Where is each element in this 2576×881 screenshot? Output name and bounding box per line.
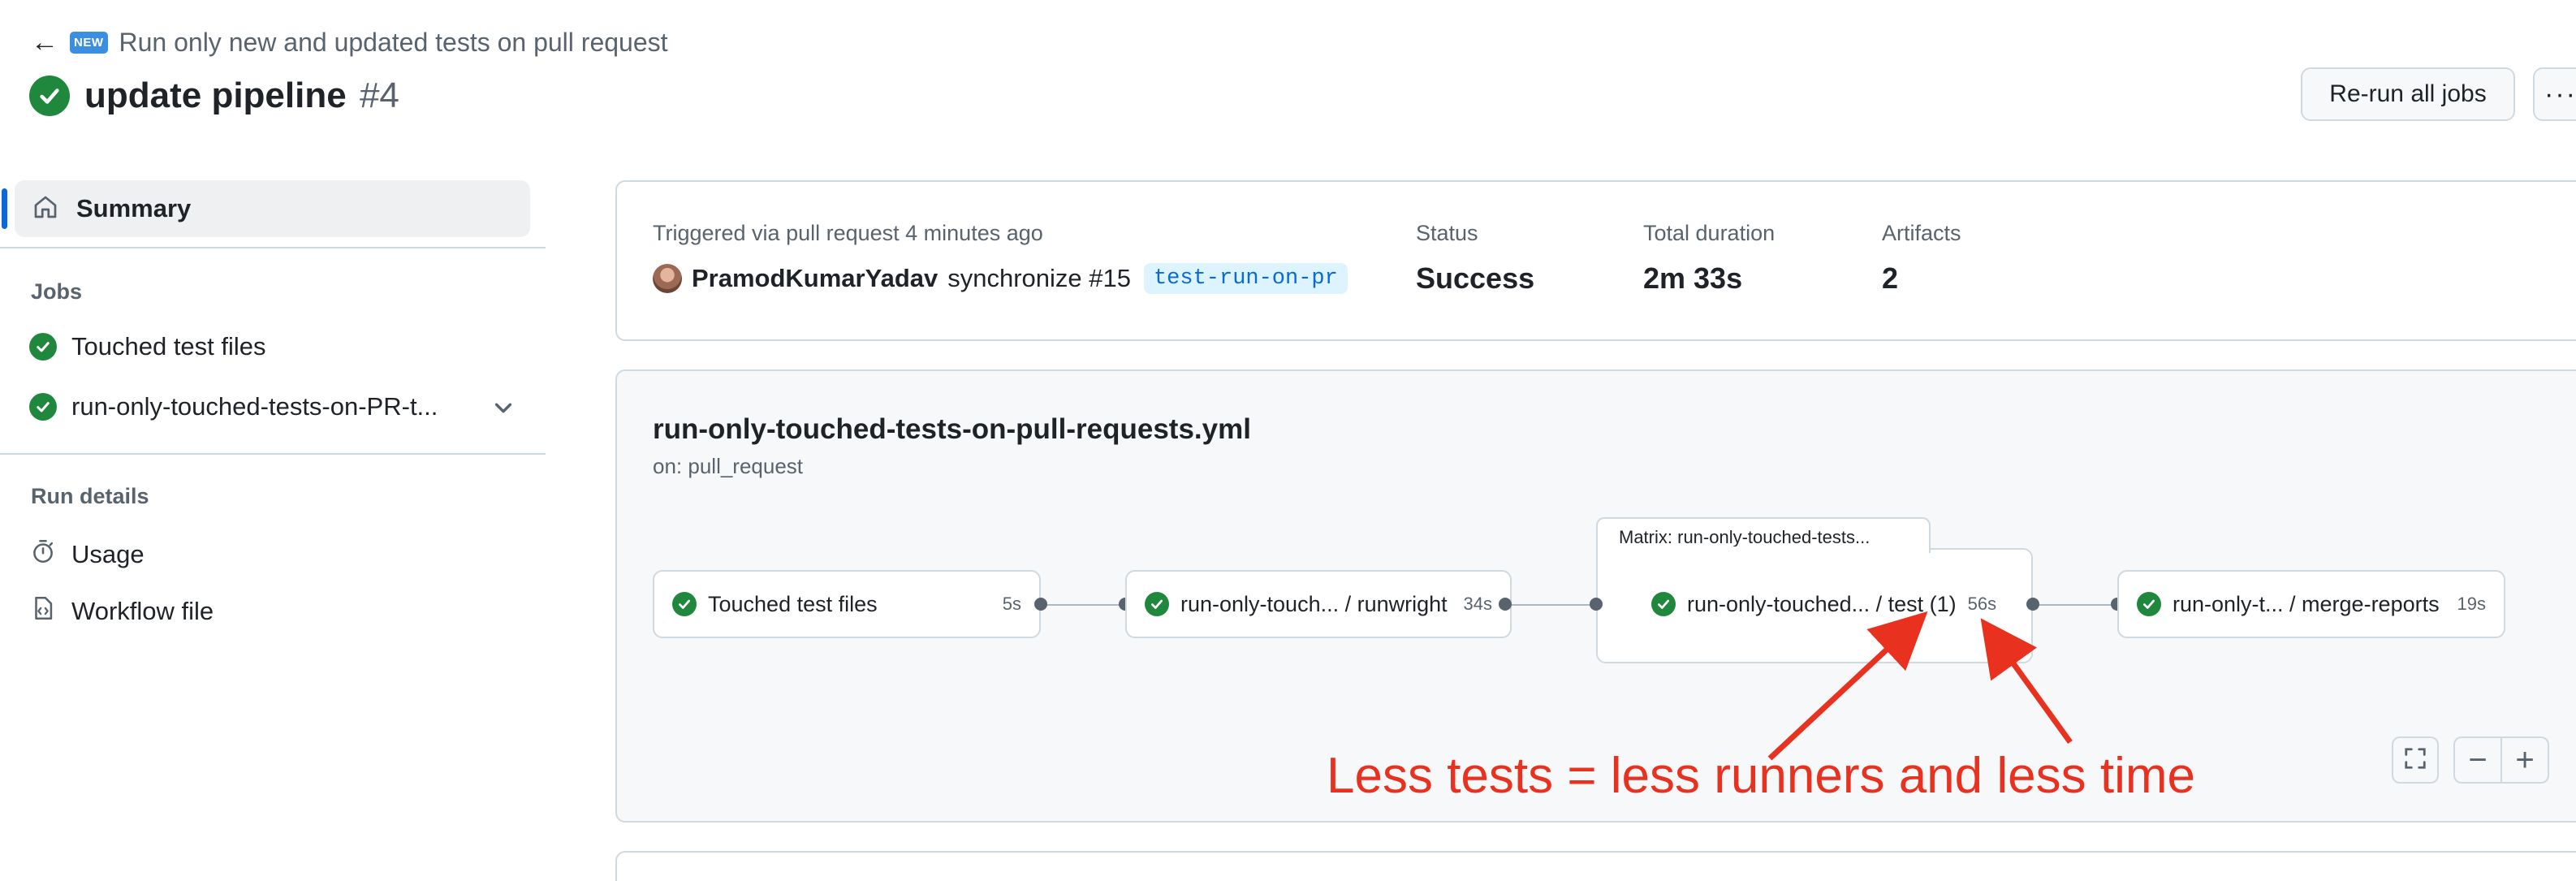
success-check-icon [1651, 592, 1676, 616]
job-name: run-only-touched... / test (1) [1687, 591, 1957, 616]
success-check-icon [1145, 592, 1169, 616]
job-duration: 34s [1463, 594, 1492, 614]
run-summary-card: Triggered via pull request 4 minutes ago… [615, 180, 2576, 341]
job-name: run-only-t... / merge-reports [2173, 591, 2440, 616]
branch-tag[interactable]: test-run-on-pr [1143, 263, 1348, 294]
artifacts-value[interactable]: 2 [1882, 261, 1898, 296]
success-check-icon [29, 76, 70, 116]
sidebar-item-workflow-file[interactable]: Workflow file [29, 591, 214, 632]
success-check-icon [29, 393, 57, 421]
job-label: run-only-touched-tests-on-PR-t... [71, 392, 438, 421]
job-node-test-1[interactable]: run-only-touched... / test (1) 56s [1622, 570, 2007, 638]
connector-dot [1034, 598, 1047, 611]
connector-dot [1590, 598, 1603, 611]
run-title-row: update pipeline #4 [29, 71, 399, 120]
workflow-file-name: run-only-touched-tests-on-pull-requests.… [653, 413, 1251, 445]
workflow-trigger: on: pull_request [653, 454, 804, 478]
usage-label: Usage [71, 540, 145, 568]
zoom-out-button[interactable]: − [2455, 738, 2500, 782]
jobs-heading: Jobs [31, 279, 83, 304]
job-duration: 19s [2457, 594, 2486, 614]
sidebar-divider [0, 247, 546, 248]
job-node-merge-reports[interactable]: run-only-t... / merge-reports 19s [2117, 570, 2505, 638]
chevron-down-icon[interactable] [491, 395, 516, 424]
duration-value: 2m 33s [1643, 261, 1743, 295]
job-node-touched-test-files[interactable]: Touched test files 5s [653, 570, 1041, 638]
zoom-controls: − + [2453, 736, 2549, 784]
sidebar-item-summary[interactable]: Summary [15, 180, 530, 237]
back-arrow-icon[interactable]: ← [31, 27, 58, 58]
workflow-back-label[interactable]: Run only new and updated tests on pull r… [119, 28, 668, 58]
new-emoji-badge: NEW [70, 31, 108, 54]
status-label: Status [1416, 221, 1478, 245]
run-title: update pipeline #4 [84, 76, 399, 115]
success-check-icon [672, 592, 697, 616]
home-icon [31, 192, 60, 226]
job-connector [1505, 604, 1591, 606]
event-text[interactable]: synchronize #15 [947, 264, 1131, 293]
workflow-file-label: Workflow file [71, 597, 214, 625]
actor-row: PramodKumarYadav synchronize #15 test-ru… [653, 263, 1348, 294]
run-details-heading: Run details [31, 484, 149, 508]
annotation-text: Less tests = less runners and less time [1327, 748, 2195, 804]
job-node-runwright[interactable]: run-only-touch... / runwright 34s [1125, 570, 1512, 638]
run-number: #4 [359, 76, 399, 115]
back-link[interactable]: ← NEW Run only new and updated tests on … [31, 24, 668, 60]
job-name: Touched test files [708, 591, 878, 616]
sidebar-divider [0, 453, 546, 455]
job-duration: 56s [1967, 594, 1997, 614]
trigger-text: Triggered via pull request 4 minutes ago [653, 221, 1043, 245]
job-name: run-only-touch... / runwright [1180, 591, 1448, 616]
matrix-tab-join [1598, 546, 1929, 551]
more-options-button[interactable]: ··· [2533, 67, 2576, 121]
sidebar-active-indicator [2, 188, 7, 229]
job-connector [1041, 604, 1127, 606]
next-section-card [615, 851, 2576, 881]
rerun-all-jobs-button[interactable]: Re-run all jobs [2301, 67, 2515, 121]
stopwatch-icon [29, 538, 57, 572]
actor-name[interactable]: PramodKumarYadav [692, 264, 938, 293]
file-code-icon [29, 594, 57, 628]
job-label: Touched test files [71, 332, 266, 361]
zoom-in-button[interactable]: + [2500, 738, 2548, 782]
fullscreen-button[interactable] [2392, 736, 2439, 784]
sidebar-job-touched-test-files[interactable]: Touched test files [29, 326, 266, 367]
duration-label: Total duration [1643, 221, 1776, 245]
sidebar-job-run-only-touched-tests[interactable]: run-only-touched-tests-on-PR-t... [29, 387, 438, 427]
artifacts-label: Artifacts [1882, 221, 1961, 245]
connector-dot [2026, 598, 2039, 611]
avatar[interactable] [653, 264, 682, 293]
connector-dot [1499, 598, 1512, 611]
job-duration: 5s [1002, 594, 1021, 614]
sidebar-summary-label: Summary [76, 194, 192, 222]
job-connector [2031, 604, 2117, 606]
success-check-icon [29, 333, 57, 361]
status-value: Success [1416, 261, 1535, 295]
sidebar-item-usage[interactable]: Usage [29, 534, 145, 575]
success-check-icon [2137, 592, 2161, 616]
fullscreen-icon [2403, 742, 2427, 779]
